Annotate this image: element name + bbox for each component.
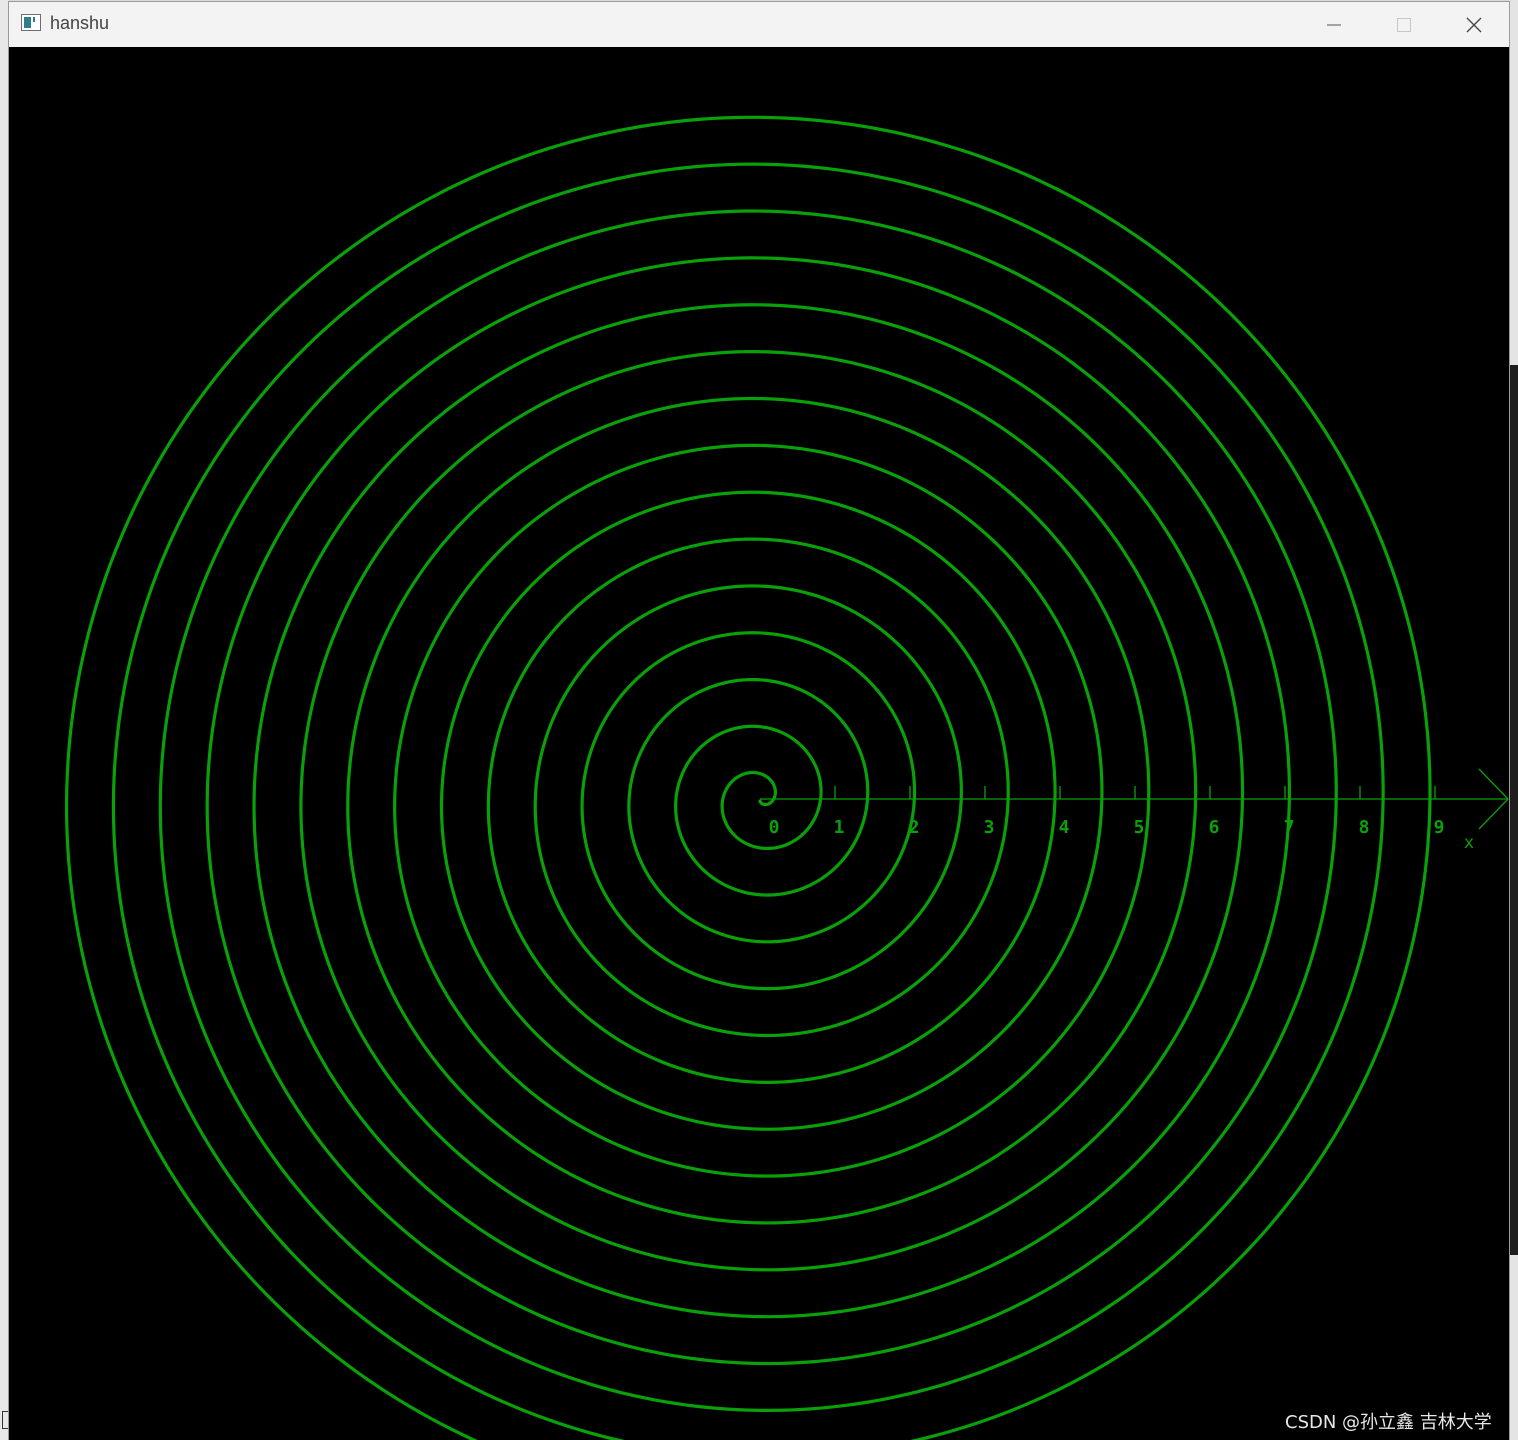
close-icon — [1466, 17, 1482, 32]
minimize-button[interactable] — [1299, 2, 1369, 47]
x-axis-tick-label: 4 — [1059, 817, 1070, 838]
window-title: hanshu — [50, 13, 110, 33]
x-axis-tick-label: 2 — [909, 817, 920, 838]
x-axis-tick-label: 3 — [984, 817, 995, 838]
x-axis-tick-label: 1 — [834, 817, 845, 838]
x-axis: 0 1 2 3 4 5 6 7 8 9x — [760, 768, 1509, 853]
maximize-icon — [1397, 17, 1411, 32]
spiral-curve — [64, 115, 1432, 1440]
x-axis-tick-label: 8 — [1359, 817, 1370, 838]
x-axis-tick-label: 0 — [769, 817, 780, 838]
desktop-backdrop-left — [0, 0, 9, 1440]
maximize-button — [1369, 2, 1439, 47]
desktop-backdrop-right — [1509, 0, 1518, 1440]
background-window-corner — [2, 1411, 9, 1429]
close-button[interactable] — [1439, 2, 1509, 47]
x-axis-end-label: x — [1464, 833, 1474, 853]
x-axis-tick-label: 6 — [1209, 817, 1220, 838]
title-bar[interactable]: hanshu — [9, 2, 1509, 48]
background-window-edge — [1509, 365, 1518, 1255]
x-axis-tick-label: 7 — [1284, 817, 1295, 838]
x-axis-tick-label: 5 — [1134, 817, 1145, 838]
x-axis-tick-label: 9 — [1434, 817, 1445, 838]
app-window: hanshu 0 1 2 3 4 5 6 7 8 9x — [9, 2, 1509, 1440]
spiral-plot: 0 1 2 3 4 5 6 7 8 9x — [64, 115, 1509, 1440]
watermark-text: CSDN @孙立鑫 吉林大学 — [1285, 1412, 1492, 1433]
app-icon — [21, 14, 41, 31]
graphics-canvas: 0 1 2 3 4 5 6 7 8 9x — [9, 47, 1509, 1440]
minimize-icon — [1327, 24, 1341, 25]
